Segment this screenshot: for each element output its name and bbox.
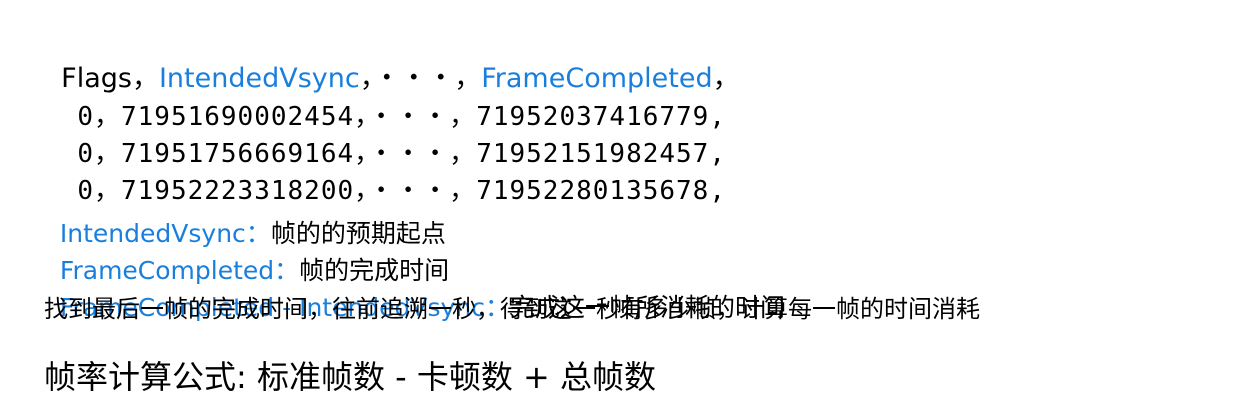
csv-cell: 71952280135678 (476, 176, 710, 206)
fps-formula: 帧率计算公式: 标准帧数 - 卡顿数 + 总帧数 (44, 358, 657, 396)
method-description: 找到最后一帧的完成时间，往前追溯一秒，得到这一秒有多少帧，计算每一帧的时间消耗 (44, 295, 980, 323)
comma: , (709, 176, 726, 206)
comma: ， (449, 176, 477, 206)
